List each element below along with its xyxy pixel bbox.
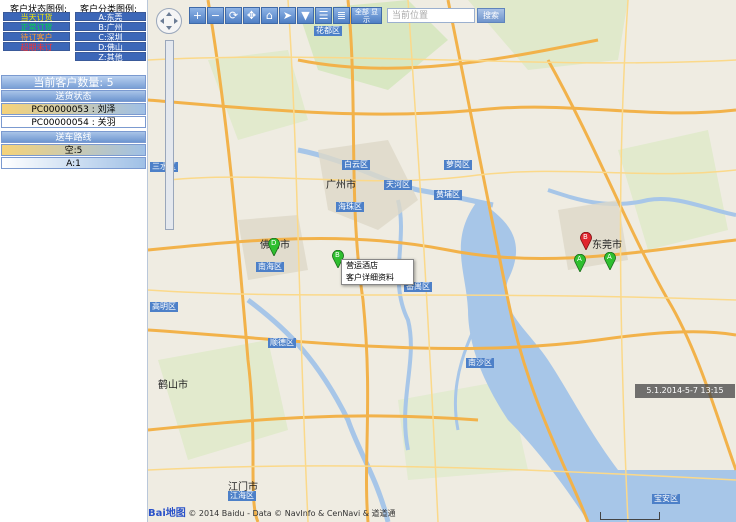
vehicle-route-header[interactable]: 送车路线: [1, 131, 146, 143]
district-label: 宝安区: [652, 494, 680, 504]
legend-category-b[interactable]: B:广州: [75, 22, 146, 32]
district-label: 海珠区: [336, 202, 364, 212]
district-label: 黄埔区: [434, 190, 462, 200]
marker-label: A: [577, 255, 582, 263]
city-label: 东莞市: [592, 240, 622, 251]
marker-label: A: [607, 253, 612, 261]
context-menu: 营运酒店 客户详细资料: [341, 259, 414, 285]
legend-status-pending[interactable]: 待订客户: [3, 32, 70, 42]
district-label: 高明区: [150, 302, 178, 312]
context-menu-item[interactable]: 营运酒店: [342, 260, 413, 272]
route-status-item[interactable]: PC00000054 : 关羽: [1, 116, 146, 128]
map-marker[interactable]: A: [574, 253, 586, 275]
detail-view-button[interactable]: ≣: [333, 7, 350, 24]
district-label: 花都区: [314, 26, 342, 36]
legend-category-c[interactable]: C:深圳: [75, 32, 146, 42]
vehicle-route-item[interactable]: A:1: [1, 157, 146, 169]
list-view-button[interactable]: ☰: [315, 7, 332, 24]
pan-control[interactable]: [156, 8, 182, 34]
zoom-in-button[interactable]: +: [189, 7, 206, 24]
direction-button[interactable]: ➤: [279, 7, 296, 24]
city-label: 江门市: [228, 482, 258, 493]
city-label: 鹤山市: [158, 380, 188, 391]
legend-status-normal[interactable]: 正常订货: [3, 22, 70, 32]
map-background: [148, 0, 736, 522]
district-label: 白云区: [342, 160, 370, 170]
district-label: 南沙区: [466, 358, 494, 368]
marker-label: B: [583, 233, 588, 241]
customer-count: 当前客户数量: 5: [1, 75, 146, 89]
show-all-button[interactable]: 全部 显示: [351, 7, 382, 24]
refresh-button[interactable]: ⟳: [225, 7, 242, 24]
legend-status-today[interactable]: 当天订货: [3, 12, 70, 22]
marker-label: B: [335, 251, 340, 259]
route-status-header[interactable]: 送货状态: [1, 90, 146, 102]
vehicle-route-item[interactable]: 空:5: [1, 144, 146, 156]
map-marker[interactable]: A: [604, 251, 616, 273]
zoom-slider[interactable]: [165, 40, 174, 230]
filter-button[interactable]: ▼: [297, 7, 314, 24]
direction-arrows-icon: [160, 12, 178, 30]
district-label: 顺德区: [268, 338, 296, 348]
district-label: 天河区: [384, 180, 412, 190]
legend-category-a[interactable]: A:东莞: [75, 12, 146, 22]
city-label: 广州市: [326, 180, 356, 191]
legend-category-d[interactable]: D:佛山: [75, 42, 146, 52]
legend-status-overdue[interactable]: 超期未订: [3, 42, 70, 52]
copyright-text: © 2014 Baidu - Data © NavInfo & CenNavi …: [188, 509, 396, 518]
district-label: 萝岗区: [444, 160, 472, 170]
scale-bar: [600, 512, 660, 520]
map-copyright: Bai地图 © 2014 Baidu - Data © NavInfo & Ce…: [148, 508, 396, 520]
baidu-logo: Bai地图: [148, 508, 186, 519]
marker-label: D: [271, 239, 277, 247]
map-toolbar: + − ⟳ ✥ ⌂ ➤ ▼ ☰ ≣ 全部 显示: [189, 7, 382, 25]
map-marker[interactable]: B: [580, 231, 592, 253]
pan-button[interactable]: ✥: [243, 7, 260, 24]
legend-category-z[interactable]: Z:其他: [75, 52, 146, 62]
map-marker[interactable]: D: [268, 237, 280, 259]
location-search-input[interactable]: 当前位置: [387, 8, 475, 23]
side-panel: 客户状态图例: 客户分类图例: 当天订货 正常订货 待订客户 超期未订 A:东莞…: [0, 0, 148, 522]
zoom-out-button[interactable]: −: [207, 7, 224, 24]
home-button[interactable]: ⌂: [261, 7, 278, 24]
district-label: 南海区: [256, 262, 284, 272]
route-status-item[interactable]: PC00000053 : 刘泽: [1, 103, 146, 115]
context-menu-item[interactable]: 客户详细资料: [342, 272, 413, 284]
timestamp-display: 5.1.2014-5-7 13:15: [635, 384, 735, 398]
search-button[interactable]: 搜索: [477, 8, 505, 23]
map-canvas[interactable]: 花都区 白云区 天河区 海珠区 黄埔区 萝岗区 番禺区 南沙区 顺德区 三水区 …: [148, 0, 736, 522]
